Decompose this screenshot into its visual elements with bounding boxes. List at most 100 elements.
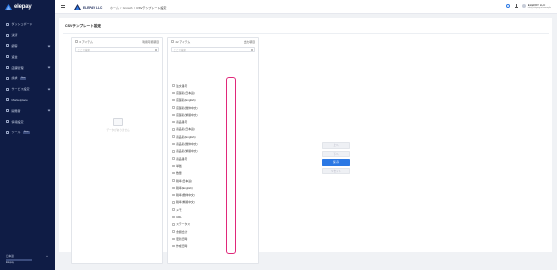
list-item[interactable]: 数量 — [168, 170, 260, 177]
sidebar-item-label: 店舗管理 — [11, 65, 24, 70]
sidebar-item[interactable]: 決済 — [0, 30, 55, 41]
sidebar-item-label: ダッシュボード — [11, 22, 33, 27]
item-checkbox[interactable] — [172, 142, 175, 146]
item-checkbox[interactable] — [172, 120, 175, 124]
download-icon[interactable] — [514, 4, 518, 8]
sidebar-item[interactable]: Marketplace — [0, 95, 55, 106]
available-items-panel: 0 アイテム 利用可能項目 ここで検索 データがありません — [71, 37, 163, 264]
list-item[interactable]: 税率(English) — [168, 184, 260, 191]
list-item[interactable]: 作成日時 — [168, 243, 260, 250]
invoice-icon — [6, 76, 9, 80]
item-label: 商品番号 — [176, 156, 188, 161]
item-label: 更新日時 — [176, 236, 188, 241]
item-label: 単価 — [176, 163, 182, 168]
list-item[interactable]: 金額合計 — [168, 228, 260, 235]
tool-icon — [6, 130, 9, 134]
list-item[interactable]: 更新日時 — [168, 235, 260, 242]
item-checkbox[interactable] — [172, 91, 175, 95]
user-menu[interactable]: ELEPAY LLC info@elepay.io/example — [522, 3, 551, 9]
move-up-button[interactable]: 上へ — [322, 142, 350, 149]
list-item[interactable]: 店舗名(English) — [168, 97, 260, 104]
search-input[interactable]: ここで検索 — [75, 47, 159, 52]
list-item[interactable]: 商品番号 — [168, 155, 260, 162]
menu-icon[interactable] — [61, 5, 65, 8]
item-checkbox[interactable] — [172, 237, 175, 241]
list-item[interactable]: 商品名(繁體中文) — [168, 148, 260, 155]
sidebar-item[interactable]: 顧客 — [0, 41, 55, 52]
list-item[interactable]: 店舗名(繁體中文) — [168, 111, 260, 118]
sidebar-item-label: 顧客 — [11, 43, 18, 48]
breadcrumb-separator: / — [120, 5, 122, 10]
list-item[interactable]: メモ — [168, 206, 260, 213]
sidebar-item[interactable]: 請求 New — [0, 73, 55, 84]
select-all-checkbox[interactable] — [75, 40, 78, 43]
sidebar-item[interactable]: ツール Beta — [0, 127, 55, 138]
item-checkbox[interactable] — [172, 223, 175, 226]
language-selector[interactable]: 日本語 — [6, 254, 50, 258]
list-item[interactable]: 商品名(簡体中文) — [168, 140, 260, 147]
item-checkbox[interactable] — [172, 84, 175, 87]
item-checkbox[interactable] — [172, 164, 175, 168]
item-label: 店舗名(簡体中文) — [176, 105, 198, 110]
panel-title: 利用可能項目 — [142, 39, 159, 44]
list-item[interactable]: 税率(日本語) — [168, 177, 260, 184]
item-label: 店舗名(日本語) — [176, 90, 195, 95]
search-input[interactable]: ここで検索 — [171, 47, 255, 52]
collapse-sidebar-icon[interactable]: ‹› — [46, 254, 48, 258]
move-down-button[interactable]: 下へ — [322, 150, 350, 157]
item-label: 税率(繁體中文) — [176, 200, 195, 205]
item-checkbox[interactable] — [172, 244, 175, 248]
page-title: CSVテンプレート設定 — [65, 24, 102, 28]
breadcrumb-home[interactable]: ホーム — [110, 6, 119, 10]
sidebar-item-label: 返金 — [11, 54, 18, 59]
brand-logo[interactable]: elepay — [5, 4, 32, 10]
list-item[interactable]: ステータス — [168, 221, 260, 228]
sidebar-item[interactable]: 情報設定 — [0, 116, 55, 127]
item-checkbox[interactable] — [172, 106, 175, 109]
list-item[interactable]: 商品名(日本語) — [168, 126, 260, 133]
item-checkbox[interactable] — [172, 230, 175, 233]
empty-text: データがありません — [106, 129, 130, 132]
list-item[interactable]: 単価 — [168, 162, 260, 169]
save-button[interactable]: 保 存 — [322, 159, 350, 166]
sidebar-item[interactable]: サービス設定 — [0, 84, 55, 95]
chevron-down-icon — [47, 65, 51, 69]
item-checkbox[interactable] — [172, 128, 175, 131]
list-item[interactable]: URL — [168, 213, 260, 220]
item-checkbox[interactable] — [172, 113, 175, 117]
sidebar-footer: 日本語 Elepay ‹› — [6, 254, 50, 264]
item-checkbox[interactable] — [172, 186, 175, 190]
item-label: 税率(English) — [176, 185, 193, 190]
item-checkbox[interactable] — [172, 208, 175, 211]
item-checkbox[interactable] — [172, 215, 175, 219]
sidebar-item[interactable]: ダッシュボード — [0, 19, 55, 30]
item-checkbox[interactable] — [172, 193, 175, 197]
list-item[interactable]: 税率(簡体中文) — [168, 191, 260, 198]
sidebar-item[interactable]: 開発者 — [0, 105, 55, 116]
item-checkbox[interactable] — [172, 179, 175, 182]
title-divider — [63, 33, 549, 34]
item-checkbox[interactable] — [172, 201, 175, 204]
breadcrumb-growth[interactable]: Growth — [123, 6, 133, 10]
breadcrumb-current: CSVテンプレート設定 — [136, 5, 167, 10]
list-item[interactable]: 店舗名(簡体中文) — [168, 104, 260, 111]
item-checkbox[interactable] — [172, 171, 175, 175]
list-item[interactable]: 店舗名(日本語) — [168, 89, 260, 96]
list-item[interactable]: 税率(繁體中文) — [168, 199, 260, 206]
sidebar-item[interactable]: 返金 — [0, 51, 55, 62]
item-checkbox[interactable] — [172, 98, 175, 102]
list-item[interactable]: 商品名(English) — [168, 133, 260, 140]
list-item[interactable]: 注文番号 — [168, 82, 260, 89]
sidebar-item-label: ツール — [11, 130, 21, 135]
select-all-checkbox[interactable] — [171, 40, 174, 43]
topbar-actions: ELEPAY LLC info@elepay.io/example — [506, 3, 551, 9]
item-checkbox[interactable] — [172, 157, 175, 160]
help-icon[interactable] — [506, 4, 511, 8]
sidebar-item[interactable]: 店舗管理 — [0, 62, 55, 73]
reset-button[interactable]: リセット — [322, 167, 350, 174]
list-item[interactable]: 商品番号 — [168, 118, 260, 125]
item-checkbox[interactable] — [172, 150, 175, 153]
company-name[interactable]: ELEPAY LLC — [83, 6, 102, 10]
empty-state: データがありません — [72, 118, 164, 132]
item-checkbox[interactable] — [172, 135, 175, 138]
